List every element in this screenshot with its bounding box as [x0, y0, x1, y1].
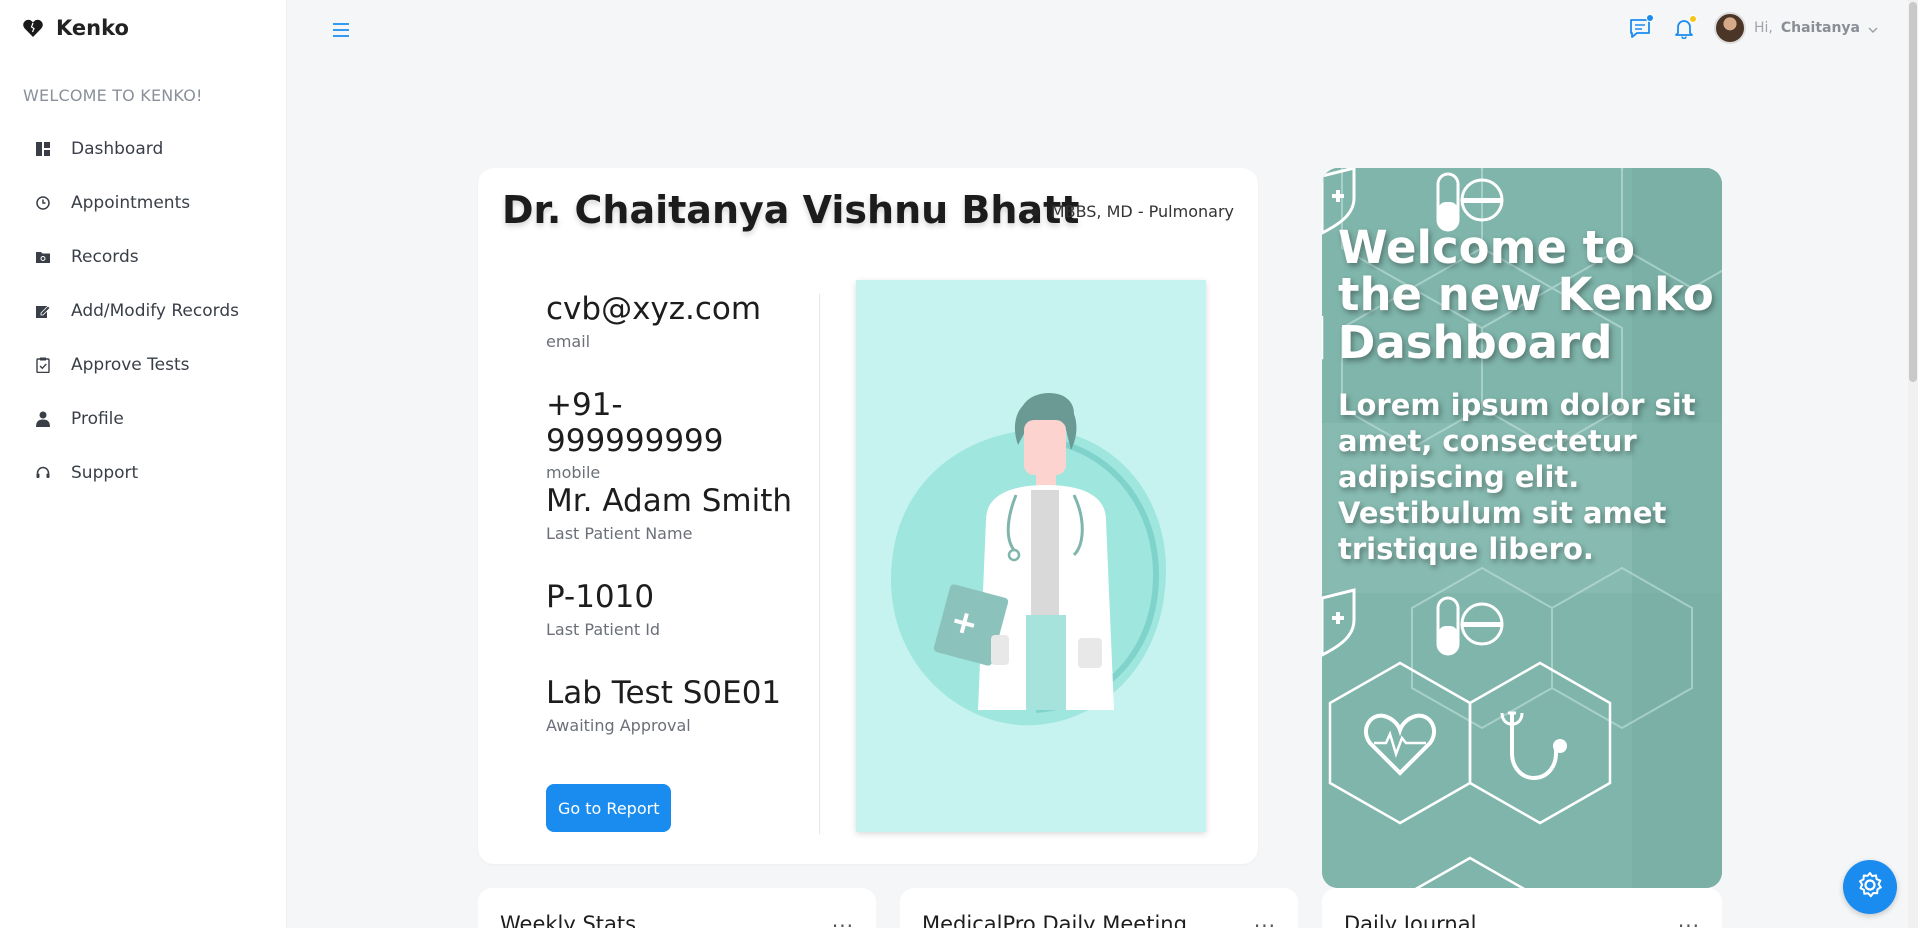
- clock-icon: [35, 195, 51, 211]
- sidebar-nav: Dashboard Appointments Records Add/Modif…: [0, 122, 287, 500]
- sidebar: Kenko WELCOME TO KENKO! Dashboard Appoin…: [0, 0, 287, 928]
- dashboard-icon: [35, 141, 51, 157]
- sidebar-item-label: Dashboard: [71, 139, 164, 159]
- sidebar-item-label: Appointments: [71, 193, 191, 213]
- info-email: cvb@xyz.com email: [546, 291, 796, 388]
- info-last-patient-id: P-1010 Last Patient Id: [546, 579, 796, 676]
- user-menu[interactable]: Hi, Chaitanya: [1713, 12, 1878, 44]
- doctor-info-list: cvb@xyz.com email +91-999999999 mobile M…: [546, 291, 796, 772]
- sidebar-item-records[interactable]: Records: [0, 230, 287, 284]
- weekly-stats-card: Weekly Stats ...: [478, 888, 876, 928]
- doctor-name: Dr. Chaitanya Vishnu Bhatt: [502, 188, 1080, 232]
- topbar-actions: Hi, Chaitanya: [1626, 12, 1878, 44]
- divider: [819, 294, 820, 834]
- user-icon: [35, 411, 51, 427]
- doctor-profile-card: Dr. Chaitanya Vishnu Bhatt MBBS, MD - Pu…: [478, 168, 1258, 864]
- info-value: Lab Test S0E01: [546, 675, 782, 711]
- folder-icon: [35, 249, 51, 265]
- settings-button[interactable]: [1843, 860, 1897, 914]
- chevron-down-icon: [1868, 19, 1878, 38]
- edit-icon: [35, 303, 51, 319]
- sidebar-item-add-modify-records[interactable]: Add/Modify Records: [0, 284, 287, 338]
- sidebar-item-label: Add/Modify Records: [71, 301, 239, 321]
- brand-name: Kenko: [56, 16, 129, 40]
- avatar: [1713, 12, 1746, 44]
- info-value: cvb@xyz.com: [546, 291, 762, 327]
- sidebar-item-dashboard[interactable]: Dashboard: [0, 122, 287, 176]
- info-label: email: [546, 331, 591, 351]
- scrollbar[interactable]: [1908, 0, 1918, 928]
- more-options-icon[interactable]: ...: [832, 908, 854, 928]
- sidebar-item-support[interactable]: Support: [0, 446, 287, 500]
- chat-notification-dot: [1645, 14, 1654, 22]
- degree-text: MBBS, MD - Pulmonary: [1050, 202, 1234, 221]
- heart-icon: [22, 17, 44, 39]
- gear-icon: [1855, 870, 1885, 904]
- bullet-icon: [1030, 207, 1039, 216]
- info-value: Mr. Adam Smith: [546, 483, 793, 519]
- sidebar-welcome: WELCOME TO KENKO!: [23, 86, 203, 105]
- banner-text: Lorem ipsum dolor sit amet, consectetur …: [1338, 388, 1696, 566]
- banner-title: Welcome to the new Kenko Dashboard: [1338, 221, 1714, 369]
- brand[interactable]: Kenko: [22, 16, 129, 40]
- doctor-degree: MBBS, MD - Pulmonary: [1030, 202, 1234, 221]
- doctor-illustration: [856, 280, 1206, 832]
- more-options-icon[interactable]: ...: [1254, 908, 1276, 928]
- card-title: Daily Journal: [1344, 912, 1477, 928]
- bell-notification-dot: [1688, 15, 1697, 23]
- info-value: +91-999999999: [546, 387, 724, 459]
- info-label: mobile: [546, 463, 601, 483]
- info-value: P-1010: [546, 579, 655, 615]
- menu-toggle-icon[interactable]: [331, 20, 351, 40]
- sidebar-item-label: Records: [71, 247, 139, 267]
- sidebar-item-profile[interactable]: Profile: [0, 392, 287, 446]
- card-title: Weekly Stats: [500, 912, 637, 928]
- more-options-icon[interactable]: ...: [1678, 908, 1700, 928]
- info-label: Awaiting Approval: [546, 715, 691, 735]
- user-name: Chaitanya: [1780, 20, 1860, 36]
- info-mobile: +91-999999999 mobile: [546, 387, 796, 484]
- sidebar-item-label: Support: [71, 463, 139, 483]
- greeting: Hi,: [1753, 20, 1773, 36]
- scrollbar-thumb[interactable]: [1909, 2, 1917, 382]
- info-label: Last Patient Id: [546, 619, 661, 639]
- daily-journal-card: Daily Journal ...: [1322, 888, 1722, 928]
- chat-icon[interactable]: [1626, 14, 1654, 42]
- info-awaiting-approval: Lab Test S0E01 Awaiting Approval: [546, 675, 796, 772]
- go-to-report-button[interactable]: Go to Report: [546, 784, 672, 832]
- sidebar-item-approve-tests[interactable]: Approve Tests: [0, 338, 287, 392]
- info-last-patient-name: Mr. Adam Smith Last Patient Name: [546, 483, 796, 580]
- card-title: MedicalPro Daily Meeting: [922, 912, 1187, 928]
- welcome-banner: Welcome to the new Kenko Dashboard Lorem…: [1322, 168, 1722, 888]
- sidebar-item-appointments[interactable]: Appointments: [0, 176, 287, 230]
- sidebar-item-label: Approve Tests: [71, 355, 190, 375]
- daily-meeting-card: MedicalPro Daily Meeting ...: [900, 888, 1298, 928]
- bell-icon[interactable]: [1670, 14, 1698, 42]
- clipboard-check-icon: [35, 357, 51, 373]
- info-label: Last Patient Name: [546, 523, 693, 543]
- headset-icon: [35, 465, 51, 481]
- sidebar-item-label: Profile: [71, 409, 124, 429]
